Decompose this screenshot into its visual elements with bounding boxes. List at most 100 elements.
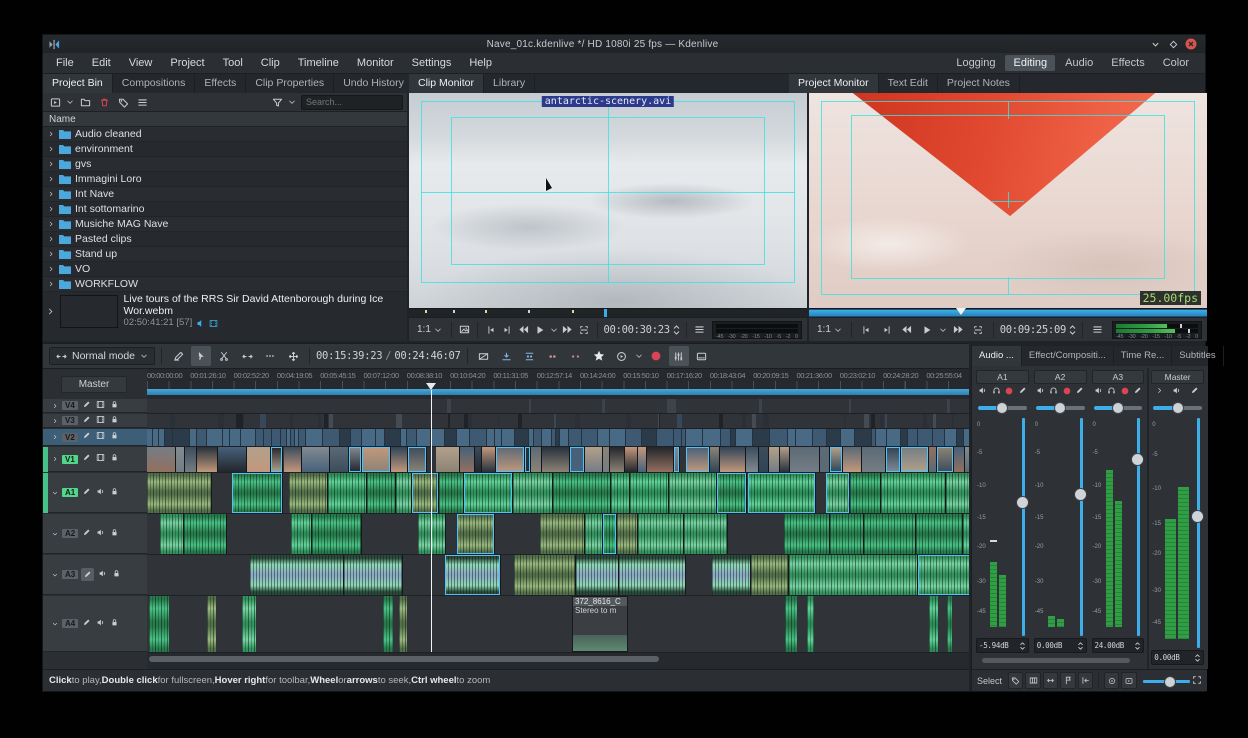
monitor-timecode[interactable]: 00:00:30:23 bbox=[604, 324, 670, 336]
timeline-clip[interactable] bbox=[407, 429, 418, 446]
add-clip-button[interactable] bbox=[47, 95, 63, 110]
timeline-clip[interactable] bbox=[272, 429, 281, 446]
favorites-button[interactable] bbox=[589, 346, 609, 366]
bin-folder-row[interactable]: Immagini Loro bbox=[43, 172, 407, 187]
tab-project-notes[interactable]: Project Notes bbox=[938, 74, 1020, 93]
timeline-clip[interactable] bbox=[396, 414, 401, 428]
timeline-clip[interactable] bbox=[190, 429, 198, 446]
track-pencil-tool-button[interactable] bbox=[168, 346, 188, 366]
bin-search-input[interactable] bbox=[301, 95, 403, 110]
titlebar[interactable]: Nave_01c.kdenlive */ HD 1080i 25 fps — K… bbox=[43, 35, 1205, 53]
master-track-button[interactable]: Master bbox=[61, 376, 127, 393]
close-button[interactable] bbox=[1183, 37, 1199, 51]
balance-slider[interactable] bbox=[1153, 401, 1202, 415]
effects-toggle[interactable] bbox=[81, 486, 92, 500]
track-lane-v3[interactable] bbox=[147, 414, 969, 429]
timeline-clip[interactable] bbox=[957, 429, 964, 446]
timeline-clip[interactable] bbox=[306, 429, 323, 446]
timeline-clip[interactable] bbox=[487, 429, 495, 446]
timeline-clip[interactable] bbox=[916, 514, 963, 554]
timeline-clip[interactable] bbox=[826, 473, 850, 513]
overwrite-zone-button[interactable] bbox=[520, 346, 540, 366]
timeline-clip[interactable] bbox=[952, 414, 954, 428]
zone-button[interactable] bbox=[970, 320, 987, 340]
timeline-clip[interactable] bbox=[820, 447, 830, 472]
mixer-strip-title[interactable]: A3 bbox=[1092, 370, 1145, 384]
menu-edit[interactable]: Edit bbox=[83, 55, 120, 71]
play-button[interactable] bbox=[918, 320, 935, 340]
timeline-clip[interactable] bbox=[445, 429, 457, 446]
timeline-clip[interactable] bbox=[876, 429, 887, 446]
strip-record-button[interactable] bbox=[1004, 386, 1014, 399]
workspace-color[interactable]: Color bbox=[1155, 55, 1197, 71]
timeline-clip[interactable] bbox=[748, 473, 816, 513]
timeline-clip[interactable] bbox=[717, 473, 748, 513]
timeline-clip[interactable] bbox=[330, 447, 348, 472]
timeline-clip[interactable] bbox=[542, 429, 553, 446]
timeline-clip[interactable] bbox=[147, 473, 212, 513]
bin-folder-row[interactable]: Pasted clips bbox=[43, 232, 407, 247]
bin-folder-row[interactable]: Musiche MAG Nave bbox=[43, 217, 407, 232]
menu-timeline[interactable]: Timeline bbox=[289, 55, 348, 71]
track-header-a4[interactable]: A4 bbox=[43, 596, 147, 652]
timeline-clip[interactable] bbox=[396, 473, 412, 513]
workspace-editing[interactable]: Editing bbox=[1005, 55, 1055, 71]
strip-effects-button[interactable] bbox=[1132, 385, 1143, 399]
timeline-clip[interactable] bbox=[284, 447, 303, 472]
timeline-playhead[interactable] bbox=[431, 390, 432, 652]
timeline-clip[interactable] bbox=[185, 447, 198, 472]
timeline-clip[interactable] bbox=[887, 429, 902, 446]
spacer-tool-button[interactable] bbox=[237, 346, 257, 366]
timeline-clip[interactable] bbox=[830, 447, 844, 472]
razor-tool-button[interactable] bbox=[214, 346, 234, 366]
timeline-clip[interactable] bbox=[642, 429, 657, 446]
bin-folder-row[interactable]: Audio cleaned bbox=[43, 127, 407, 142]
timeline-clip[interactable] bbox=[576, 555, 620, 595]
balance-knob[interactable] bbox=[1112, 402, 1124, 414]
timeline-clip[interactable] bbox=[880, 414, 883, 428]
more-tools-tool-button[interactable] bbox=[260, 346, 280, 366]
timeline-clip[interactable] bbox=[742, 414, 746, 428]
timeline-clip[interactable] bbox=[719, 414, 723, 428]
timeline-clip[interactable] bbox=[763, 414, 769, 428]
timeline-clip[interactable] bbox=[617, 514, 638, 554]
timeline-clip[interactable] bbox=[710, 447, 720, 472]
timeline-clip[interactable] bbox=[864, 414, 869, 428]
timeline-clip[interactable] bbox=[736, 429, 754, 446]
timeline-clip[interactable] bbox=[807, 596, 814, 652]
clip-monitor-viewport[interactable]: antarctic-scenery.avi bbox=[409, 93, 807, 309]
timeline-clip[interactable] bbox=[230, 429, 241, 446]
timeline-clip[interactable] bbox=[445, 555, 500, 595]
timeline-clip[interactable] bbox=[752, 414, 756, 428]
timeline-clip[interactable] bbox=[626, 414, 631, 428]
timeline-clip[interactable] bbox=[770, 429, 788, 446]
timeline-clip[interactable] bbox=[963, 514, 969, 554]
timeline-clip[interactable] bbox=[929, 596, 938, 652]
timeline-clip[interactable] bbox=[796, 429, 813, 446]
timeline-zoom-slider[interactable] bbox=[1143, 675, 1190, 687]
timeline-clip[interactable] bbox=[843, 447, 862, 472]
volume-fader[interactable] bbox=[1022, 418, 1025, 636]
timeline-clip[interactable] bbox=[525, 447, 532, 472]
timeline-zone-bar[interactable] bbox=[147, 389, 969, 395]
menu-help[interactable]: Help bbox=[460, 55, 501, 71]
labeled-clip[interactable]: 372_8616_CStereo to m bbox=[572, 596, 628, 652]
timeline-clip[interactable] bbox=[610, 429, 626, 446]
screen-small-button[interactable] bbox=[1121, 672, 1136, 689]
timeline-clip[interactable] bbox=[299, 429, 306, 446]
timeline-clip[interactable] bbox=[264, 429, 272, 446]
track-header-v3[interactable]: V3 bbox=[43, 414, 147, 428]
balance-slider[interactable] bbox=[1094, 401, 1143, 415]
tab-clip-properties[interactable]: Clip Properties bbox=[246, 74, 334, 93]
timeline-clip[interactable] bbox=[290, 414, 293, 428]
menu-project[interactable]: Project bbox=[161, 55, 213, 71]
timeline-clip[interactable] bbox=[703, 429, 720, 446]
timeline-clip[interactable] bbox=[247, 447, 270, 472]
timeline-clip[interactable] bbox=[554, 414, 556, 428]
effects-toggle[interactable] bbox=[81, 399, 92, 413]
timeline-clip[interactable] bbox=[436, 447, 460, 472]
timeline-clip[interactable] bbox=[638, 447, 647, 472]
db-value[interactable]: 24.00dB bbox=[1092, 638, 1145, 653]
clip-monitor-seekbar[interactable] bbox=[409, 308, 807, 317]
lock-toggle[interactable] bbox=[109, 617, 120, 631]
